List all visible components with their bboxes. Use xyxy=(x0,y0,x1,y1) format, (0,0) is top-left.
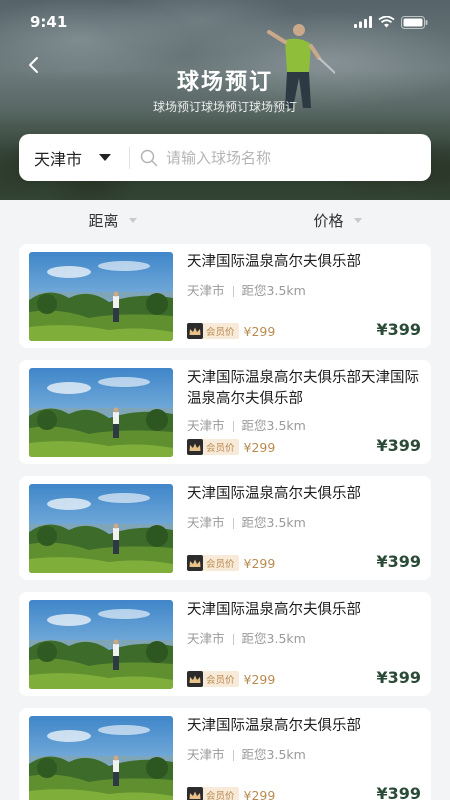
crown-icon xyxy=(187,439,203,455)
course-thumbnail xyxy=(29,484,173,573)
course-distance: 距您3.5km xyxy=(241,631,306,646)
sort-distance[interactable]: 距离 xyxy=(0,210,225,231)
member-price: ¥299 xyxy=(243,787,276,800)
course-thumbnail xyxy=(29,252,173,341)
divider xyxy=(232,286,234,297)
course-city: 天津市 xyxy=(187,631,225,646)
search-icon xyxy=(140,149,158,166)
member-price-row: 会员价 ¥299 xyxy=(187,439,275,455)
course-list: 天津国际温泉高尔夫俱乐部 天津市 距您3.5km 会员价 ¥299 ¥399 天… xyxy=(19,244,431,800)
course-name: 天津国际温泉高尔夫俱乐部天津国际温泉高尔夫俱乐部 xyxy=(187,370,419,407)
member-badge: 会员价 xyxy=(187,787,239,800)
course-distance: 距您3.5km xyxy=(241,418,306,433)
course-card[interactable]: 天津国际温泉高尔夫俱乐部天津国际温泉高尔夫俱乐部 天津市 距您3.5km 会员价 … xyxy=(19,360,431,464)
sort-distance-label: 距离 xyxy=(88,211,119,230)
course-meta: 天津市 距您3.5km xyxy=(187,744,306,763)
crown-icon xyxy=(187,555,203,571)
course-price: ¥399 xyxy=(376,668,421,687)
course-card[interactable]: 天津国际温泉高尔夫俱乐部 天津市 距您3.5km 会员价 ¥299 ¥399 xyxy=(19,708,431,800)
course-name: 天津国际温泉高尔夫俱乐部 xyxy=(187,254,361,270)
member-badge: 会员价 xyxy=(187,323,239,339)
search-box xyxy=(130,134,431,181)
course-price: ¥399 xyxy=(376,320,421,339)
divider xyxy=(232,634,234,645)
course-meta: 天津市 距您3.5km xyxy=(187,512,306,531)
course-card[interactable]: 天津国际温泉高尔夫俱乐部 天津市 距您3.5km 会员价 ¥299 ¥399 xyxy=(19,476,431,580)
course-distance: 距您3.5km xyxy=(241,283,306,298)
member-label: 会员价 xyxy=(206,791,235,800)
crown-icon xyxy=(187,787,203,800)
member-price-row: 会员价 ¥299 xyxy=(187,787,275,800)
member-price-row: 会员价 ¥299 xyxy=(187,671,275,687)
course-name: 天津国际温泉高尔夫俱乐部 xyxy=(187,486,361,502)
signal-icon xyxy=(354,16,372,28)
course-city: 天津市 xyxy=(187,747,225,762)
divider xyxy=(232,750,234,761)
member-price: ¥299 xyxy=(243,323,276,339)
course-name: 天津国际温泉高尔夫俱乐部 xyxy=(187,602,361,618)
course-price: ¥399 xyxy=(376,784,421,800)
member-label: 会员价 xyxy=(206,559,235,570)
course-thumbnail xyxy=(29,600,173,689)
course-meta: 天津市 距您3.5km xyxy=(187,415,306,434)
course-card[interactable]: 天津国际温泉高尔夫俱乐部 天津市 距您3.5km 会员价 ¥299 ¥399 xyxy=(19,592,431,696)
member-badge: 会员价 xyxy=(187,555,239,571)
caret-down-icon xyxy=(353,217,362,223)
member-label: 会员价 xyxy=(206,443,235,454)
divider xyxy=(232,421,234,432)
member-price-row: 会员价 ¥299 xyxy=(187,323,275,339)
battery-icon xyxy=(401,15,428,29)
course-price: ¥399 xyxy=(376,552,421,571)
status-bar: 9:41 xyxy=(0,0,450,44)
course-distance: 距您3.5km xyxy=(241,747,306,762)
course-meta: 天津市 距您3.5km xyxy=(187,628,306,647)
course-thumbnail xyxy=(29,368,173,457)
course-name: 天津国际温泉高尔夫俱乐部 xyxy=(187,718,361,734)
caret-down-icon xyxy=(99,154,112,161)
page-subtitle: 球场预订球场预订球场预订 xyxy=(152,100,297,114)
status-icons xyxy=(354,15,428,29)
member-price: ¥299 xyxy=(243,555,276,571)
member-price: ¥299 xyxy=(243,439,276,455)
city-selector[interactable]: 天津市 xyxy=(19,134,129,181)
member-badge: 会员价 xyxy=(187,671,239,687)
course-city: 天津市 xyxy=(187,283,225,298)
member-label: 会员价 xyxy=(206,327,235,338)
sort-price-label: 价格 xyxy=(313,211,344,230)
member-label: 会员价 xyxy=(206,675,235,686)
search-input[interactable] xyxy=(166,148,431,167)
course-city: 天津市 xyxy=(187,418,225,433)
course-city: 天津市 xyxy=(187,515,225,530)
wifi-icon xyxy=(378,16,395,28)
course-thumbnail xyxy=(29,716,173,800)
page-title: 球场预订 xyxy=(176,70,273,95)
search-card: 天津市 xyxy=(19,134,431,181)
member-badge: 会员价 xyxy=(187,439,239,455)
status-time: 9:41 xyxy=(30,13,68,31)
divider xyxy=(232,518,234,529)
caret-down-icon xyxy=(128,217,137,223)
member-price-row: 会员价 ¥299 xyxy=(187,555,275,571)
crown-icon xyxy=(187,323,203,339)
course-distance: 距您3.5km xyxy=(241,515,306,530)
sort-bar: 距离 价格 xyxy=(0,200,450,240)
city-label: 天津市 xyxy=(34,149,83,169)
course-card[interactable]: 天津国际温泉高尔夫俱乐部 天津市 距您3.5km 会员价 ¥299 ¥399 xyxy=(19,244,431,348)
member-price: ¥299 xyxy=(243,671,276,687)
course-meta: 天津市 距您3.5km xyxy=(187,280,306,299)
sort-price[interactable]: 价格 xyxy=(225,210,450,231)
course-price: ¥399 xyxy=(376,436,421,455)
crown-icon xyxy=(187,671,203,687)
